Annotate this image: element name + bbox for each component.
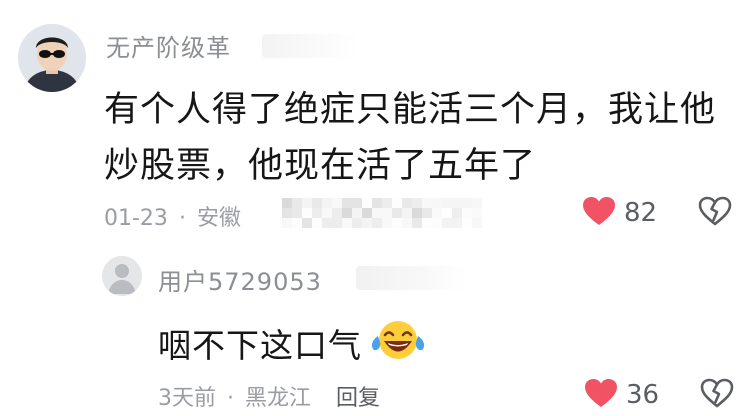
like-count: 82 [624,198,658,228]
mosaic-cell [292,198,302,208]
mosaic-cell [312,198,322,208]
mosaic-cell [412,218,422,228]
mosaic-cell [462,208,472,218]
dislike-button[interactable] [698,196,732,230]
mosaic-cell [412,208,422,218]
comment-username[interactable]: 无产阶级革 [106,28,231,63]
reply-like-count: 36 [626,380,660,410]
mosaic-cell [442,208,452,218]
comment-text: 有个人得了绝症只能活三个月，我让他炒股票，他现在活了五年了 [104,90,717,186]
comment-location: 安徽 [196,206,241,231]
mosaic-cell [362,198,372,208]
mosaic-cell [302,198,312,208]
username-blur [262,34,358,58]
mosaic-cell [382,208,392,218]
mosaic-cell [442,198,452,208]
comment-meta: 01-23 · 安徽 [104,200,241,232]
mosaic-cell [382,218,392,228]
mosaic-cell [352,208,362,218]
mosaic-cell [432,218,442,228]
mosaic-cell [402,208,412,218]
mosaic-cell [402,218,412,228]
mosaic-cell [302,208,312,218]
mosaic-cell [342,198,352,208]
reply-button[interactable]: 回复 [336,386,380,411]
reply-username-blur [356,266,466,290]
mosaic-cell [432,208,442,218]
reply-meta: 3天前 · 黑龙江 回复 [158,380,380,412]
reply-avatar[interactable] [102,256,142,296]
mosaic-cell [352,198,362,208]
reply-text-row: 咽不下这口气 [158,316,428,375]
reply-username[interactable]: 用户5729053 [158,262,322,297]
mosaic-cell [392,198,402,208]
reply-location: 黑龙江 [245,386,312,411]
mosaic-cell [412,198,422,208]
tears-of-joy-emoji [368,316,428,375]
mosaic-cell [322,218,332,228]
mosaic-cell [332,198,342,208]
mosaic-cell [362,218,372,228]
mosaic-cell [402,198,412,208]
mosaic-cell [282,208,292,218]
mosaic-cell [452,218,462,228]
avatar[interactable] [18,24,86,92]
mosaic-cell [342,208,352,218]
mosaic-cell [462,218,472,228]
mosaic-cell [312,218,322,228]
mosaic-cell [362,208,372,218]
mosaic-cell [452,198,462,208]
reply-dislike-button[interactable] [700,378,734,412]
broken-heart-icon [700,378,734,412]
mosaic-cell [462,198,472,208]
mosaic-cell [322,208,332,218]
mosaic-cell [372,198,382,208]
mosaic-cell [292,218,302,228]
mosaic-cell [322,198,332,208]
mosaic-cell [422,198,432,208]
like-button[interactable]: 82 [582,196,657,230]
reply-date: 3天前 [158,386,216,411]
comment-date: 01-23 [104,206,168,231]
mosaic-cell [372,208,382,218]
mosaic-cell [452,208,462,218]
mosaic-cell [292,208,302,218]
heart-icon [584,378,618,412]
mosaic-blur [282,198,482,228]
mosaic-cell [352,218,362,228]
reply-like-button[interactable]: 36 [584,378,659,412]
mosaic-cell [422,208,432,218]
mosaic-cell [282,198,292,208]
meta-separator: · [178,206,186,231]
mosaic-cell [382,198,392,208]
mosaic-cell [422,218,432,228]
mosaic-cell [472,208,482,218]
mosaic-cell [372,218,382,228]
broken-heart-icon [698,196,732,230]
heart-icon [582,196,616,230]
reply-text: 咽不下这口气 [158,325,362,365]
mosaic-cell [332,218,342,228]
mosaic-cell [282,218,292,228]
mosaic-cell [392,218,402,228]
mosaic-cell [312,208,322,218]
mosaic-cell [472,198,482,208]
mosaic-cell [472,218,482,228]
reply-meta-separator: · [227,386,234,411]
mosaic-cell [332,208,342,218]
mosaic-cell [342,218,352,228]
mosaic-cell [442,218,452,228]
mosaic-cell [432,198,442,208]
mosaic-cell [392,208,402,218]
mosaic-cell [302,218,312,228]
